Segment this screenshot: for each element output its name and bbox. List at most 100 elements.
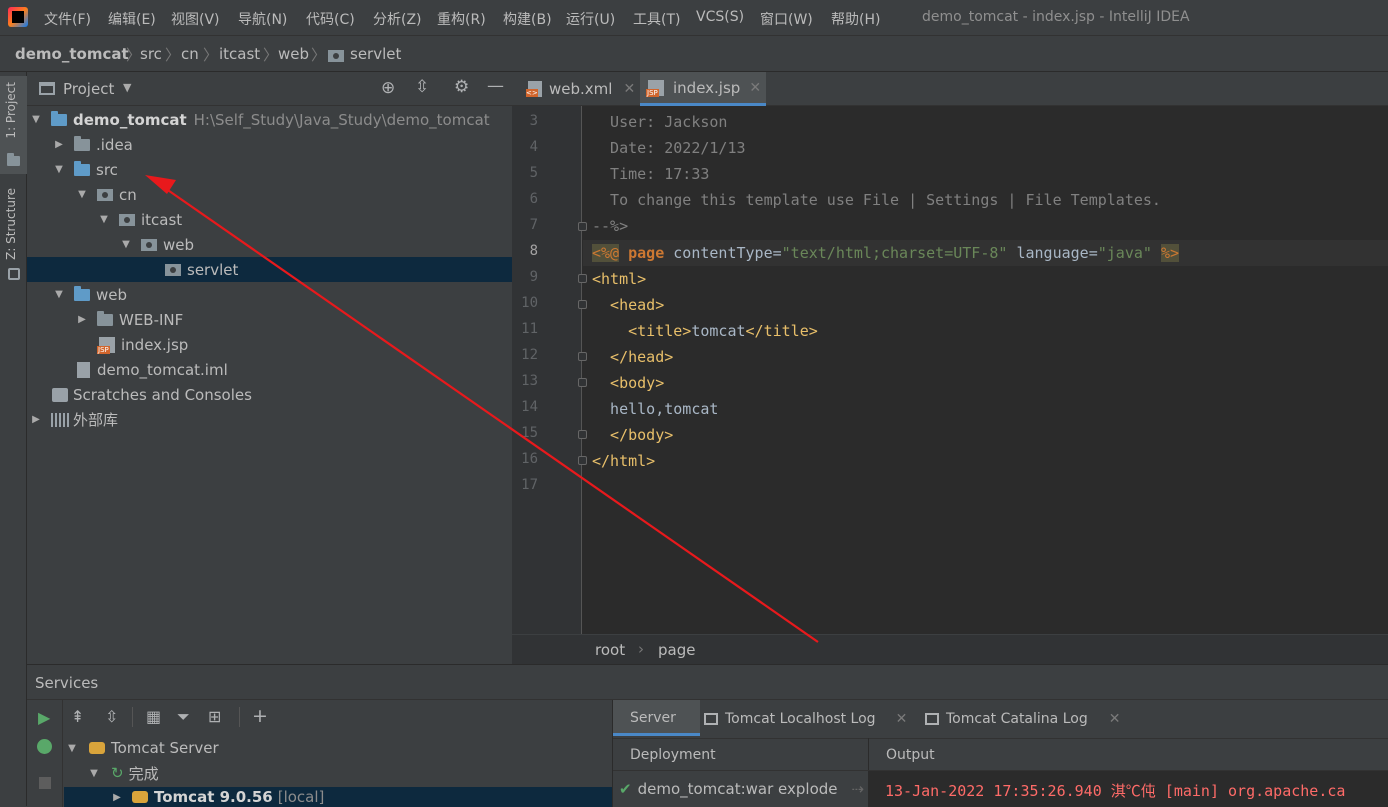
close-icon[interactable]: ✕ [749, 80, 761, 96]
menu-file[interactable]: 文件(F) [44, 9, 91, 29]
tree-row-iml[interactable]: demo_tomcat.iml [27, 357, 512, 382]
hide-panel-icon[interactable]: — [487, 76, 504, 96]
code-line[interactable]: User: Jackson [592, 113, 727, 131]
editor-crumb-root[interactable]: root [595, 641, 625, 659]
tree-row-servlet[interactable]: servlet [27, 257, 512, 282]
deployment-item-label: demo_tomcat:war explode [637, 780, 838, 798]
chevron-down-icon[interactable]: ▼ [87, 768, 101, 779]
tree-row-itcast[interactable]: ▼ itcast [27, 207, 512, 232]
fold-marker-icon[interactable] [578, 352, 587, 361]
tree-row-root[interactable]: ▼ demo_tomcat H:\Self_Study\Java_Study\d… [27, 107, 512, 132]
code-line[interactable]: <title>tomcat</title> [592, 322, 818, 340]
breadcrumb-cn[interactable]: cn [181, 45, 199, 63]
run-icon[interactable]: ▶ [38, 708, 50, 727]
chevron-right-icon[interactable]: ▶ [52, 139, 66, 150]
code-line[interactable]: To change this template use File | Setti… [592, 191, 1161, 209]
service-tree-tomcat-server[interactable]: ▼ Tomcat Server [65, 736, 219, 760]
menu-vcs[interactable]: VCS(S) [696, 9, 744, 25]
chevron-down-icon[interactable]: ▼ [65, 743, 79, 754]
chevron-down-icon[interactable]: ▼ [97, 214, 111, 225]
code-line[interactable]: <html> [592, 270, 646, 288]
add-service-icon[interactable]: + [252, 705, 268, 727]
debug-icon[interactable] [37, 739, 52, 754]
tab-web-xml[interactable]: <> web.xml ✕ [520, 72, 638, 106]
menu-tools[interactable]: 工具(T) [633, 9, 680, 29]
tree-row-idea[interactable]: ▶ .idea [27, 132, 512, 157]
menu-build[interactable]: 构建(B) [503, 9, 552, 29]
tree-row-web-pkg[interactable]: ▼ web [27, 232, 512, 257]
group-by-icon[interactable]: ▦ [146, 707, 161, 726]
breadcrumb-itcast[interactable]: itcast [219, 45, 260, 63]
breadcrumb-web[interactable]: web [278, 45, 309, 63]
breadcrumb-servlet[interactable]: servlet [350, 45, 401, 63]
code-line-directive[interactable]: <%@ page contentType="text/html;charset=… [592, 244, 1180, 262]
menu-view[interactable]: 视图(V) [171, 9, 220, 29]
gear-icon[interactable]: ⚙ [454, 77, 469, 97]
chevron-down-icon[interactable]: ▼ [52, 289, 66, 300]
menu-analyze[interactable]: 分析(Z) [373, 9, 422, 29]
chevron-right-icon[interactable]: ▶ [29, 414, 43, 425]
tree-row-scratches[interactable]: Scratches and Consoles [27, 382, 512, 407]
menu-window[interactable]: 窗口(W) [760, 9, 813, 29]
close-icon[interactable]: ✕ [623, 81, 635, 97]
close-icon[interactable]: ✕ [896, 711, 908, 727]
chevron-down-icon[interactable]: ▼ [29, 114, 43, 125]
menu-edit[interactable]: 编辑(E) [108, 9, 156, 29]
project-tool-tab[interactable]: 1: Project [4, 82, 18, 139]
server-tab[interactable]: Server [613, 700, 700, 736]
fold-marker-icon[interactable] [578, 378, 587, 387]
code-line[interactable]: <head> [592, 296, 664, 314]
menu-run[interactable]: 运行(U) [566, 9, 615, 29]
code-line[interactable]: <body> [592, 374, 664, 392]
filter-icon[interactable]: ⏷ [177, 707, 190, 727]
tree-row-cn[interactable]: ▼ cn [27, 182, 512, 207]
chevron-right-icon[interactable]: ▶ [75, 314, 89, 325]
chevron-down-icon[interactable]: ▼ [123, 81, 131, 94]
tree-row-web[interactable]: ▼ web [27, 282, 512, 307]
chevron-down-icon[interactable]: ▼ [119, 239, 133, 250]
code-line[interactable]: </html> [592, 452, 655, 470]
service-tree-tomcat-instance[interactable]: ▶ Tomcat 9.0.56 [local] [64, 787, 612, 807]
tab-tomcat-catalina-log[interactable]: Tomcat Catalina Log ✕ [925, 711, 1120, 727]
service-tree-finished[interactable]: ▼ ↻ 完成 [87, 761, 158, 785]
code-line[interactable]: Time: 17:33 [592, 165, 709, 183]
menu-help[interactable]: 帮助(H) [831, 9, 880, 29]
chevron-right-icon[interactable]: ▶ [110, 792, 124, 803]
menu-refactor[interactable]: 重构(R) [437, 9, 486, 29]
code-line[interactable]: Date: 2022/1/13 [592, 139, 745, 157]
project-view-selector[interactable]: Project [63, 80, 114, 98]
tab-index-jsp[interactable]: index.jsp ✕ [640, 72, 766, 106]
menu-code[interactable]: 代码(C) [306, 9, 355, 29]
fold-marker-icon[interactable] [578, 274, 587, 283]
structure-tool-tab[interactable]: Z: Structure [4, 188, 18, 260]
code-line[interactable]: </head> [592, 348, 673, 366]
breadcrumb-project[interactable]: demo_tomcat [15, 45, 129, 63]
fold-marker-icon[interactable] [578, 222, 587, 231]
locate-icon[interactable]: ⊕ [381, 78, 395, 98]
redeploy-icon[interactable]: ⇢ [851, 780, 864, 798]
deployment-item[interactable]: ✔ demo_tomcat:war explode ⇢ [613, 771, 868, 807]
fold-marker-icon[interactable] [578, 300, 587, 309]
collapse-all-icon[interactable]: ⇳ [105, 707, 118, 726]
menu-navigate[interactable]: 导航(N) [238, 9, 287, 29]
code-line[interactable]: --%> [592, 217, 628, 235]
stop-icon[interactable] [39, 777, 51, 789]
breadcrumb-src[interactable]: src [140, 45, 162, 63]
output-console[interactable]: 13-Jan-2022 17:35:26.940 淇℃伅 [main] org.… [869, 771, 1388, 807]
new-tab-icon[interactable]: ⊞ [208, 707, 221, 726]
fold-marker-icon[interactable] [578, 430, 587, 439]
expand-all-icon[interactable]: ⇞ [71, 707, 84, 726]
editor-crumb-page[interactable]: page [658, 641, 695, 659]
tree-row-src[interactable]: ▼ src [27, 157, 512, 182]
code-line[interactable]: </body> [592, 426, 673, 444]
chevron-down-icon[interactable]: ▼ [75, 189, 89, 200]
chevron-down-icon[interactable]: ▼ [52, 164, 66, 175]
collapse-all-icon[interactable]: ⇳ [415, 77, 429, 97]
code-line[interactable]: hello,tomcat [592, 400, 718, 418]
tree-row-external-libs[interactable]: ▶ 外部库 [27, 407, 512, 432]
tree-row-web-inf[interactable]: ▶ WEB-INF [27, 307, 512, 332]
tab-tomcat-localhost-log[interactable]: Tomcat Localhost Log ✕ [704, 711, 907, 727]
close-icon[interactable]: ✕ [1109, 711, 1121, 727]
tree-row-index-jsp[interactable]: index.jsp [27, 332, 512, 357]
fold-marker-icon[interactable] [578, 456, 587, 465]
